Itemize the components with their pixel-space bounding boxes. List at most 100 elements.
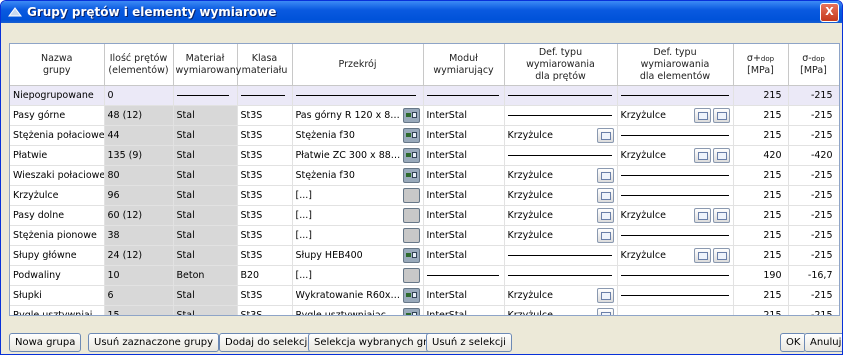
new-group-button[interactable]: Nowa grupa [9,333,82,352]
cell-def-bars[interactable]: Krzyżulce [504,185,618,206]
cell-material[interactable]: Stal [173,205,238,226]
section-picker-icon[interactable] [402,148,420,163]
table-row[interactable]: Niepogrupowane 0 215 -215 [10,85,839,106]
def-elements-copy-icon[interactable] [693,208,711,223]
cell-section[interactable]: [...] [292,205,424,226]
header-material[interactable]: Materiał wymiarowany [173,44,241,86]
section-picker-icon[interactable] [402,308,420,315]
table-row[interactable]: Słupki6StalSt3SWykratowanie R60x40x3 Inte… [10,285,839,306]
cell-module[interactable]: InterStal [423,125,505,146]
cell-def-bars[interactable]: Krzyżulce [504,165,618,186]
cell-material[interactable]: Stal [173,145,238,166]
section-picker-icon[interactable] [402,268,420,283]
cell-material[interactable]: Stal [173,305,238,315]
section-picker-icon[interactable] [402,228,420,243]
table-row[interactable]: Podwaliny 10 Beton B20 [...] 190 -16,7 [10,265,839,286]
table-row[interactable]: Pasy dolne 60 (12) Stal St3S [...] InterStal K… [10,205,839,226]
cell-def-elements[interactable]: Krzyżulce [617,145,734,166]
cell-module[interactable]: InterStal [423,205,505,226]
header-class[interactable]: Klasa materiału [237,44,293,86]
cell-sigma-plus[interactable]: 215 [733,185,789,206]
def-elements-edit-icon[interactable] [712,148,730,163]
remove-from-selection-button[interactable]: Usuń z selekcji [426,333,512,352]
cell-section[interactable]: Rygle usztywniające R 1... [292,305,424,315]
cell-sigma-minus[interactable]: -215 [788,85,839,106]
table-row[interactable]: Stężenia połaciowe 44 Stal St3S Stężenia f30… [10,125,839,146]
cell-def-bars[interactable]: Krzyżulce [504,285,618,306]
def-elements-copy-icon[interactable] [693,108,711,123]
cell-material[interactable]: Stal [173,245,238,266]
cell-sigma-minus[interactable]: -215 [788,245,839,266]
header-sigma-plus[interactable]: σ+dop [MPa] [733,44,789,86]
cell-section[interactable]: [...] [292,225,424,246]
section-picker-icon[interactable] [402,288,420,303]
cell-sigma-minus[interactable]: -215 [788,285,839,306]
table-row[interactable]: Wieszaki połaciowe 80 Stal St3S Stężenia f30… [10,165,839,186]
section-picker-icon[interactable] [402,108,420,123]
cell-sigma-minus[interactable]: -215 [788,185,839,206]
cell-sigma-minus[interactable]: -215 [788,205,839,226]
cell-def-bars[interactable]: Krzyżulce [504,205,618,226]
cell-section[interactable]: Płatwie ZC 300 x 88 x 72... [292,145,424,166]
cell-def-bars[interactable]: Krzyżulce [504,305,618,315]
cell-sigma-minus[interactable]: -215 [788,165,839,186]
def-bars-edit-icon[interactable] [596,168,614,183]
header-section[interactable]: Przekrój [292,44,424,86]
cell-def-bars[interactable]: Krzyżulce [504,225,618,246]
cell-module[interactable]: InterStal [423,185,505,206]
cell-sigma-plus[interactable]: 215 [733,305,789,315]
cell-sigma-plus[interactable]: 215 [733,105,789,126]
cell-def-elements[interactable]: Krzyżulce [617,205,734,226]
cell-class[interactable]: St3S [237,305,293,315]
cell-module[interactable]: InterStal [423,245,505,266]
cell-sigma-plus[interactable]: 215 [733,225,789,246]
cell-material[interactable]: Beton [173,265,238,286]
cell-class[interactable]: St3S [237,285,293,306]
close-button[interactable]: X [820,2,839,22]
cell-sigma-plus[interactable]: 420 [733,145,789,166]
cell-module[interactable]: InterStal [423,305,505,315]
def-bars-edit-icon[interactable] [596,228,614,243]
section-picker-icon[interactable] [402,248,420,263]
cell-material[interactable]: Stal [173,225,238,246]
def-bars-edit-icon[interactable] [596,208,614,223]
def-elements-edit-icon[interactable] [712,248,730,263]
cell-sigma-minus[interactable]: -420 [788,145,839,166]
cell-section[interactable]: Stężenia f30 [292,165,424,186]
def-elements-edit-icon[interactable] [712,208,730,223]
cell-class[interactable]: St3S [237,145,293,166]
cell-material[interactable]: Stal [173,185,238,206]
header-def-bars[interactable]: Def. typu wymiarowania dla prętów [504,44,618,86]
section-picker-icon[interactable] [402,168,420,183]
cell-sigma-plus[interactable]: 215 [733,125,789,146]
cell-module[interactable]: InterStal [423,145,505,166]
table-row[interactable]: Płatwie 135 (9) Stal St3S Płatwie ZC 300 x 8… [10,145,839,166]
cell-class[interactable]: St3S [237,125,293,146]
def-elements-edit-icon[interactable] [712,108,730,123]
cell-sigma-minus[interactable]: -16,7 [788,265,839,286]
cell-material[interactable]: Stal [173,165,238,186]
table-row[interactable]: Krzyżulce 96 Stal St3S [...] InterStal Krzyżul… [10,185,839,206]
cell-module[interactable]: InterStal [423,165,505,186]
cell-section[interactable]: [...] [292,265,424,286]
table-row[interactable]: Słupy główne 24 (12) Stal St3S Słupy HEB400 I… [10,245,839,266]
cell-material[interactable]: Stal [173,105,238,126]
cell-def-elements[interactable]: Krzyżulce [617,105,734,126]
cell-class[interactable]: St3S [237,205,293,226]
def-bars-edit-icon[interactable] [596,308,614,315]
cell-section[interactable]: Wykratowanie R60x40x3 [292,285,424,306]
cell-sigma-plus[interactable]: 215 [733,245,789,266]
def-bars-edit-icon[interactable] [596,188,614,203]
table-row[interactable]: Rygle usztywniaj... 15 Stal St3S Rygle uszty… [10,305,839,315]
cell-sigma-minus[interactable]: -215 [788,125,839,146]
cell-class[interactable]: B20 [237,265,293,286]
section-picker-icon[interactable] [402,208,420,223]
cell-sigma-plus[interactable]: 215 [733,85,789,106]
header-count[interactable]: Ilość prętów (elementów) [104,44,174,86]
def-elements-copy-icon[interactable] [693,248,711,263]
cell-def-elements[interactable]: Krzyżulce [617,245,734,266]
section-picker-icon[interactable] [402,188,420,203]
cell-section[interactable]: [...] [292,185,424,206]
cell-module[interactable]: InterStal [423,105,505,126]
cell-class[interactable]: St3S [237,245,293,266]
